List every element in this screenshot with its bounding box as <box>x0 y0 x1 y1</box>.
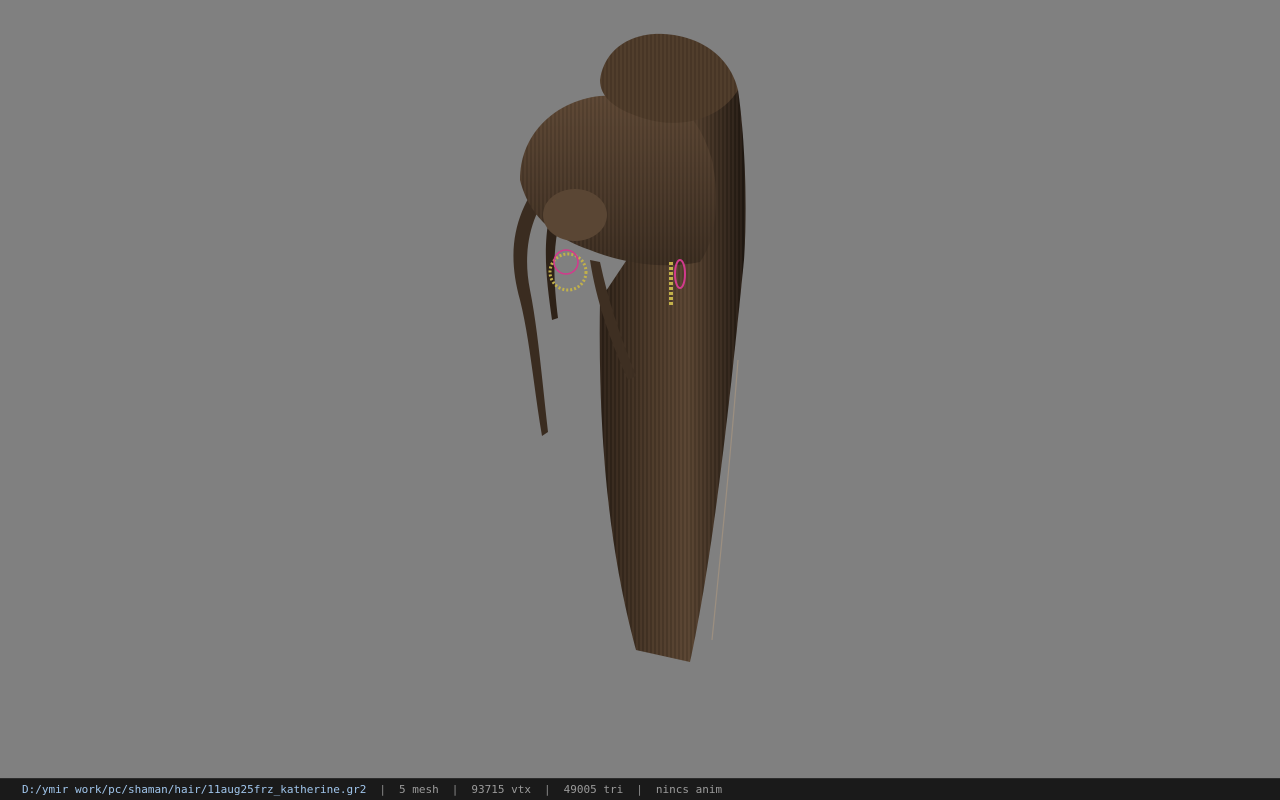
vertex-count: 93715 vtx <box>471 783 531 796</box>
3d-viewport[interactable] <box>0 0 1280 778</box>
separator: | <box>379 783 386 796</box>
separator: | <box>451 783 459 796</box>
file-path: D:/ymir work/pc/shaman/hair/11aug25frz_k… <box>22 783 367 796</box>
separator: | <box>636 783 643 796</box>
triangle-count: 49005 tri <box>563 783 624 796</box>
hair-model-render <box>513 33 746 662</box>
hair-bun <box>520 33 738 266</box>
status-bar: D:/ymir work/pc/shaman/hair/11aug25frz_k… <box>0 778 1280 800</box>
separator: | <box>543 783 551 796</box>
left-earring <box>548 249 588 292</box>
anim-status: nincs anim <box>655 783 723 796</box>
mesh-count: 5 mesh <box>399 783 439 796</box>
